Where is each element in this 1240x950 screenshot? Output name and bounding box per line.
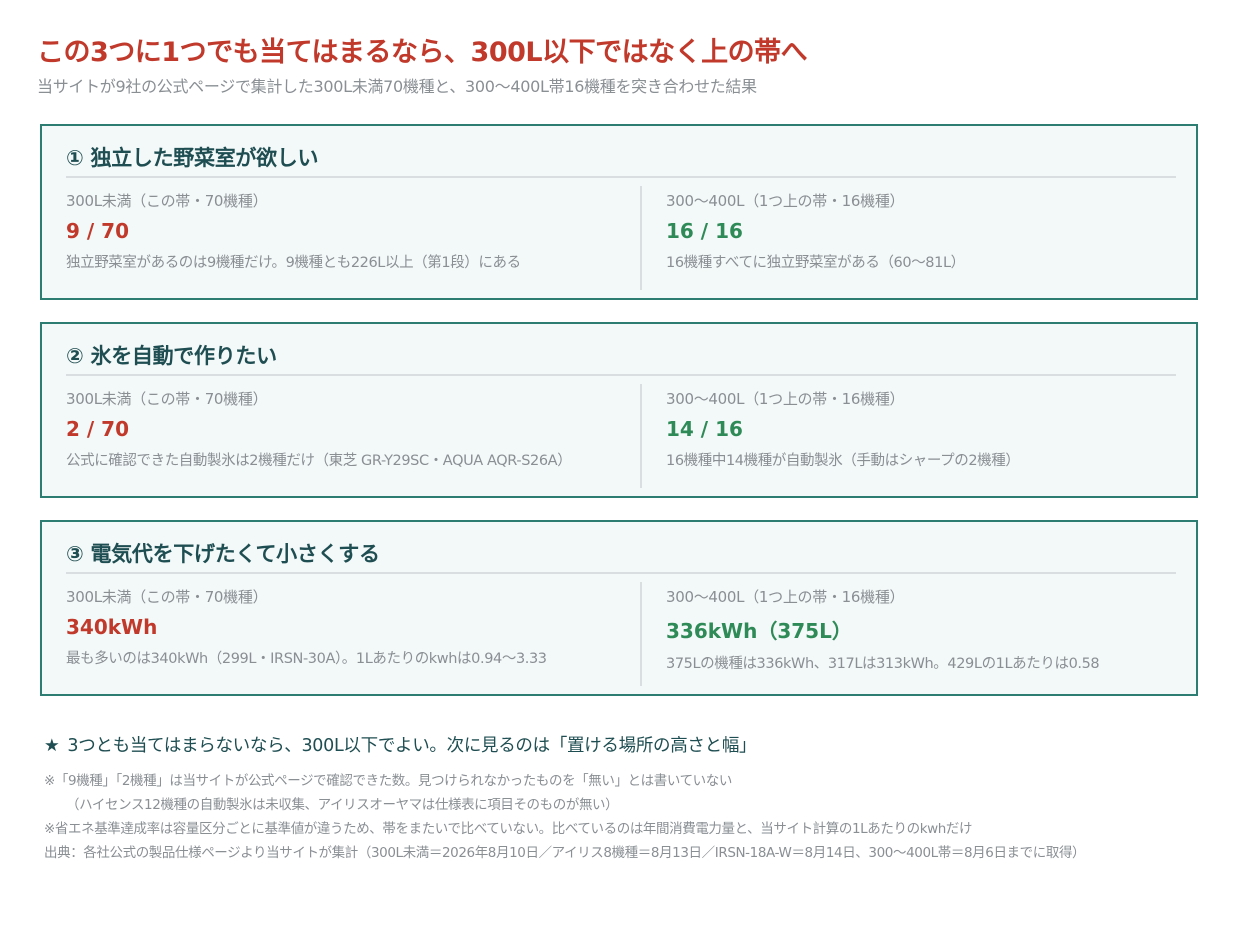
column-label: 300〜400L（1つ上の帯・16機種）: [666, 390, 905, 408]
source-note: 出典：各社公式の製品仕様ページより当サイトが集計（300L未満＝2026年8月1…: [44, 845, 1086, 861]
card-auto-ice: ② 氷を自動で作りたい 300L未満（この帯・70機種） 2 / 70 公式に確…: [40, 322, 1198, 498]
column-note: 独立野菜室があるのは9機種だけ。9機種とも226L以上（第1段）にある: [66, 255, 521, 271]
card-right-column: 300〜400L（1つ上の帯・16機種） 336kWh（375L） 375Lの機…: [666, 586, 1186, 673]
column-value: 2 / 70: [66, 417, 129, 441]
footnote: ※「9機種」「2機種」は当サイトが公式ページで確認できた数。見つけられなかったも…: [44, 773, 732, 789]
footnote: ※省エネ基準達成率は容量区分ごとに基準値が違うため、帯をまたいで比べていない。比…: [44, 821, 973, 837]
footnotes: ※「9機種」「2機種」は当サイトが公式ページで確認できた数。見つけられなかったも…: [44, 769, 1086, 865]
card-left-column: 300L未満（この帯・70機種） 340kWh 最も多いのは340kWh（299…: [66, 586, 626, 668]
column-note: 16機種すべてに独立野菜室がある（60〜81L）: [666, 255, 965, 271]
card-left-column: 300L未満（この帯・70機種） 2 / 70 公式に確認できた自動製氷は2機種…: [66, 388, 626, 470]
column-value: 16 / 16: [666, 219, 743, 243]
page: この3つに1つでも当てはまるなら、300L以下ではなく上の帯へ 当サイトが9社の…: [0, 0, 1240, 950]
card-title: ③ 電気代を下げたくて小さくする: [66, 542, 380, 566]
column-value: 336kWh（375L）: [666, 619, 852, 643]
column-label: 300L未満（この帯・70機種）: [66, 588, 268, 606]
column-note: 375Lの機種は336kWh、317Lは313kWh。429Lの1Lあたりは0.…: [666, 656, 1100, 672]
column-note: 最も多いのは340kWh（299L・IRSN-30A）。1Lあたりのkwhは0.…: [66, 651, 547, 667]
column-divider: [640, 186, 642, 290]
column-note: 公式に確認できた自動製氷は2機種だけ（東芝 GR-Y29SC・AQUA AQR-…: [66, 453, 572, 469]
column-value: 340kWh: [66, 615, 158, 639]
column-note: 16機種中14機種が自動製氷（手動はシャープの2機種）: [666, 453, 1020, 469]
page-title: この3つに1つでも当てはまるなら、300L以下ではなく上の帯へ: [37, 37, 808, 68]
conclusion-text: 3つとも当てはまらないなら、300L以下でよい。次に見るのは「置ける場所の高さと…: [67, 736, 757, 756]
star-icon: ★: [44, 736, 60, 756]
column-divider: [640, 384, 642, 488]
conclusion: ★ 3つとも当てはまらないなら、300L以下でよい。次に見るのは「置ける場所の高さ…: [44, 732, 757, 757]
column-label: 300〜400L（1つ上の帯・16機種）: [666, 588, 905, 606]
card-right-column: 300〜400L（1つ上の帯・16機種） 16 / 16 16機種すべてに独立野…: [666, 190, 1186, 272]
card-divider: [66, 374, 1176, 376]
column-label: 300L未満（この帯・70機種）: [66, 390, 268, 408]
page-subtitle: 当サイトが9社の公式ページで集計した300L未満70機種と、300〜400L帯1…: [37, 77, 757, 96]
card-title: ① 独立した野菜室が欲しい: [66, 146, 319, 170]
column-label: 300L未満（この帯・70機種）: [66, 192, 268, 210]
card-title: ② 氷を自動で作りたい: [66, 344, 277, 368]
column-value: 9 / 70: [66, 219, 129, 243]
card-divider: [66, 572, 1176, 574]
column-label: 300〜400L（1つ上の帯・16機種）: [666, 192, 905, 210]
column-divider: [640, 582, 642, 686]
card-electricity-cost: ③ 電気代を下げたくて小さくする 300L未満（この帯・70機種） 340kWh…: [40, 520, 1198, 696]
card-left-column: 300L未満（この帯・70機種） 9 / 70 独立野菜室があるのは9機種だけ。…: [66, 190, 626, 272]
card-right-column: 300〜400L（1つ上の帯・16機種） 14 / 16 16機種中14機種が自…: [666, 388, 1186, 470]
card-divider: [66, 176, 1176, 178]
footnote: （ハイセンス12機種の自動製氷は未収集、アイリスオーヤマは仕様表に項目そのものが…: [66, 797, 619, 813]
card-vegetable-room: ① 独立した野菜室が欲しい 300L未満（この帯・70機種） 9 / 70 独立…: [40, 124, 1198, 300]
column-value: 14 / 16: [666, 417, 743, 441]
